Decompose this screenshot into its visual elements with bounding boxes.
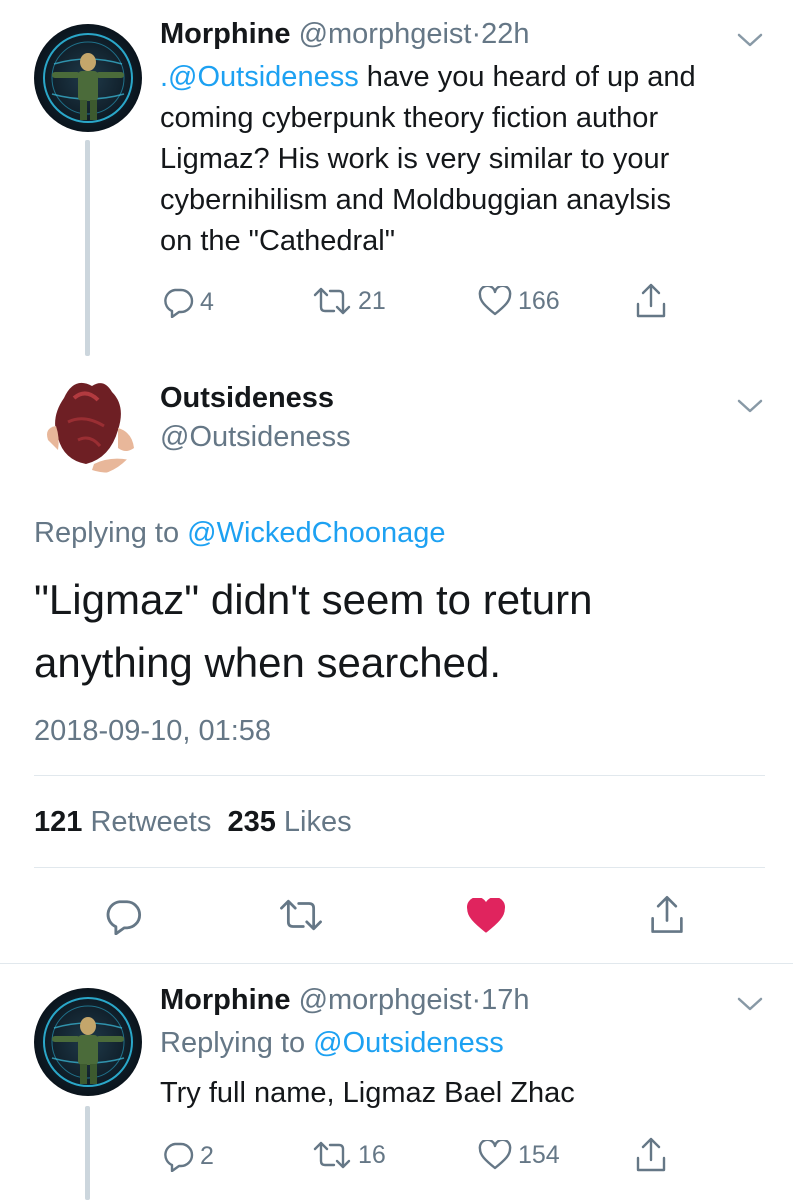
heart-icon	[478, 1140, 512, 1170]
like-count: 166	[518, 286, 560, 315]
chevron-down-icon[interactable]	[737, 32, 763, 48]
replying-to-link[interactable]: @Outsideness	[313, 1027, 504, 1059]
share-button[interactable]	[650, 894, 684, 936]
share-icon	[636, 283, 666, 318]
like-button[interactable]: 154	[478, 1140, 560, 1170]
like-button-active[interactable]	[466, 898, 506, 934]
like-count: 154	[518, 1140, 560, 1169]
retweet-count: 16	[358, 1140, 386, 1169]
retweet-button[interactable]: 16	[312, 1140, 386, 1170]
timestamp[interactable]: 17h	[481, 984, 529, 1016]
avatar-outsideness[interactable]	[34, 368, 142, 476]
tweet-timestamp[interactable]: 2018-09-10, 01:58	[34, 715, 271, 748]
tweet-text: .@Outsideness have you heard of up and c…	[160, 61, 696, 257]
tweet-text: Try full name, Ligmaz Bael Zhac	[160, 1077, 575, 1109]
retweet-icon	[313, 287, 351, 315]
divider	[34, 867, 765, 868]
heart-icon	[478, 286, 512, 316]
retweet-icon	[280, 899, 322, 931]
retweet-button[interactable]	[278, 897, 324, 933]
like-button[interactable]: 166	[478, 286, 560, 316]
replying-to: Replying to @WickedChoonage	[34, 517, 446, 549]
heart-filled-icon	[467, 898, 505, 933]
share-icon	[651, 895, 683, 933]
reply-button[interactable]: 4	[162, 286, 214, 318]
handle[interactable]: @Outsideness	[160, 421, 351, 454]
reply-button[interactable]	[104, 897, 142, 935]
retweet-button[interactable]: 21	[312, 286, 386, 316]
avatar-morphine[interactable]	[34, 24, 142, 132]
reply-icon	[164, 1142, 194, 1172]
divider	[34, 775, 765, 776]
avatar-morphine-image	[34, 24, 142, 132]
handle[interactable]: @morphgeist	[299, 18, 472, 50]
tweet-header: Morphine @morphgeist·17h	[160, 984, 530, 1017]
engagement-stats: 121 Retweets 235 Likes	[34, 806, 352, 839]
retweets-stat[interactable]: 121 Retweets	[34, 806, 211, 838]
chevron-down-icon[interactable]	[737, 398, 763, 414]
avatar-morphine-image	[34, 988, 142, 1096]
timestamp[interactable]: 22h	[481, 18, 529, 50]
separator: ·	[471, 984, 482, 1016]
thread-line	[85, 1106, 90, 1200]
reply-icon	[164, 288, 194, 318]
share-button[interactable]	[636, 282, 666, 320]
avatar-morphine[interactable]	[34, 988, 142, 1096]
separator: ·	[471, 18, 482, 50]
handle[interactable]: @morphgeist	[299, 984, 472, 1016]
share-button[interactable]	[636, 1136, 666, 1174]
retweet-icon	[313, 1141, 351, 1169]
display-name[interactable]: Morphine	[160, 984, 291, 1016]
likes-stat[interactable]: 235 Likes	[227, 806, 351, 838]
display-name[interactable]: Morphine	[160, 18, 291, 50]
reply-count: 4	[200, 287, 214, 316]
retweet-count: 21	[358, 286, 386, 315]
display-name[interactable]: Outsideness	[160, 382, 334, 415]
share-icon	[636, 1137, 666, 1172]
thread-line	[85, 140, 90, 356]
tweet-header: Morphine @morphgeist·22h	[160, 18, 530, 51]
mention-link[interactable]: .@Outsideness	[160, 61, 359, 93]
replying-to-link[interactable]: @WickedChoonage	[187, 517, 445, 549]
section-divider	[0, 963, 793, 964]
reply-count: 2	[200, 1141, 214, 1170]
tweet-text: "Ligmaz" didn't seem to return anything …	[34, 576, 593, 686]
reply-button[interactable]: 2	[162, 1140, 214, 1172]
avatar-outsideness-image	[34, 368, 142, 476]
chevron-down-icon[interactable]	[737, 996, 763, 1012]
replying-to: Replying to @Outsideness	[160, 1027, 504, 1059]
reply-icon	[106, 900, 142, 935]
